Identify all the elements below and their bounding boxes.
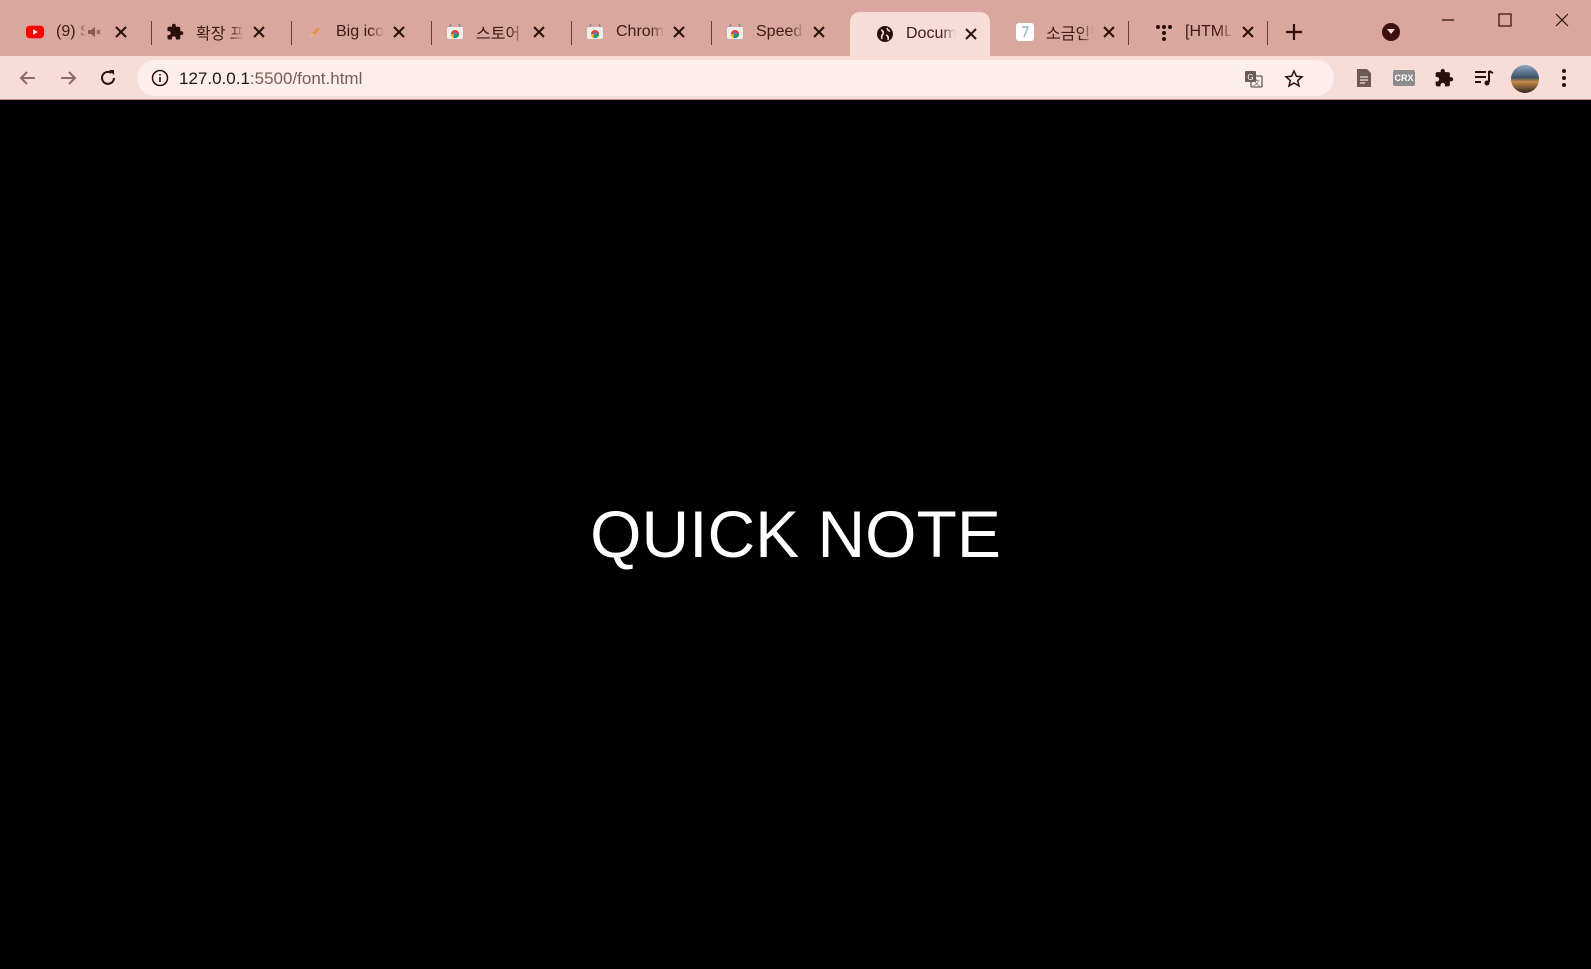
menu-button[interactable] [1552,66,1576,90]
tab-html[interactable]: [HTML] : [1129,12,1267,52]
globe-icon [876,25,894,43]
chrome-webstore-icon [586,23,604,41]
new-tab-button[interactable] [1282,20,1306,44]
tab-title: Chrome [616,23,664,40]
tab-strip: (9) S 확장 프로 Big icon 스토어 등 [0,0,1591,56]
reload-button[interactable] [96,66,120,90]
tistory-dots-icon [1155,23,1173,41]
svg-text:文: 文 [1253,78,1260,87]
info-icon[interactable] [151,69,169,87]
crx-extension-button[interactable]: CRX [1392,66,1416,90]
tab-title: [HTML] : [1185,23,1233,40]
profile-avatar[interactable] [1510,64,1540,94]
tab-extension-program[interactable]: 확장 프로 [140,12,278,52]
puzzle-icon [1435,68,1454,87]
maximize-button[interactable] [1493,8,1517,32]
maximize-icon [1498,13,1512,27]
speaker-muted-icon[interactable] [86,24,102,40]
forward-button[interactable] [56,66,80,90]
close-icon [1555,13,1569,27]
tab-speedtest[interactable]: Speedte [700,12,838,52]
bookmark-star-icon[interactable] [1284,69,1304,89]
tab-close-icon[interactable] [1239,23,1257,41]
url-path: :5500/font.html [249,69,363,88]
tab-salt-doll[interactable]: 소금인형 [990,12,1128,52]
minimize-button[interactable] [1436,8,1460,32]
back-button[interactable] [16,66,40,90]
chrome-webstore-icon [446,23,464,41]
chevron-down-icon [1387,29,1395,34]
tab-close-icon[interactable] [1100,23,1118,41]
tab-close-icon[interactable] [250,23,268,41]
browser-toolbar: 127.0.0.1:5500/font.html G文 CRX [0,56,1591,100]
tab-close-icon[interactable] [112,23,130,41]
tab-title: Docume [906,25,956,42]
avatar [1511,65,1539,93]
tab-document-active[interactable]: Docume [850,12,990,56]
kebab-menu-icon [1562,69,1566,87]
tistory-icon [1016,23,1034,41]
tab-big-icon[interactable]: Big icon [280,12,418,52]
tab-youtube[interactable]: (9) S [0,12,138,52]
crx-icon: CRX [1393,70,1415,86]
page-heading: QUICK NOTE [590,497,1001,571]
tab-chrome[interactable]: Chrome [560,12,698,52]
tab-close-icon[interactable] [810,23,828,41]
chrome-webstore-icon [726,23,744,41]
arrow-left-icon [19,71,35,85]
pencil-icon [306,23,324,41]
plus-icon [1286,24,1302,40]
close-window-button[interactable] [1550,8,1574,32]
address-bar[interactable]: 127.0.0.1:5500/font.html G文 [137,60,1334,96]
tab-close-icon[interactable] [670,23,688,41]
tab-title: 스토어 등 [476,26,524,43]
minimize-icon [1442,19,1454,21]
arrow-right-icon [61,71,77,85]
tab-store-register[interactable]: 스토어 등 [420,12,558,52]
tab-close-icon[interactable] [390,23,408,41]
tab-title: 소금인형 [1046,26,1094,43]
tab-close-icon[interactable] [962,25,980,43]
tab-close-icon[interactable] [530,23,548,41]
reader-document-icon[interactable] [1352,66,1376,90]
url-text: 127.0.0.1:5500/font.html [179,69,362,89]
translate-icon[interactable]: G文 [1244,69,1264,89]
tab-title: (9) S [56,23,86,40]
page-viewport: QUICK NOTE [0,100,1591,969]
tab-title: Speedte [756,23,804,40]
tab-title: Big icon [336,23,384,40]
playlist-music-icon [1475,70,1494,86]
extensions-button[interactable] [1432,66,1456,90]
puzzle-icon [166,23,184,41]
tab-separator [1267,21,1268,45]
tab-title: 확장 프로 [196,26,244,43]
youtube-icon [26,23,44,41]
url-host: 127.0.0.1 [179,69,250,88]
media-control-button[interactable] [1472,66,1496,90]
reload-icon [101,70,115,85]
tab-search-button[interactable] [1382,23,1400,41]
